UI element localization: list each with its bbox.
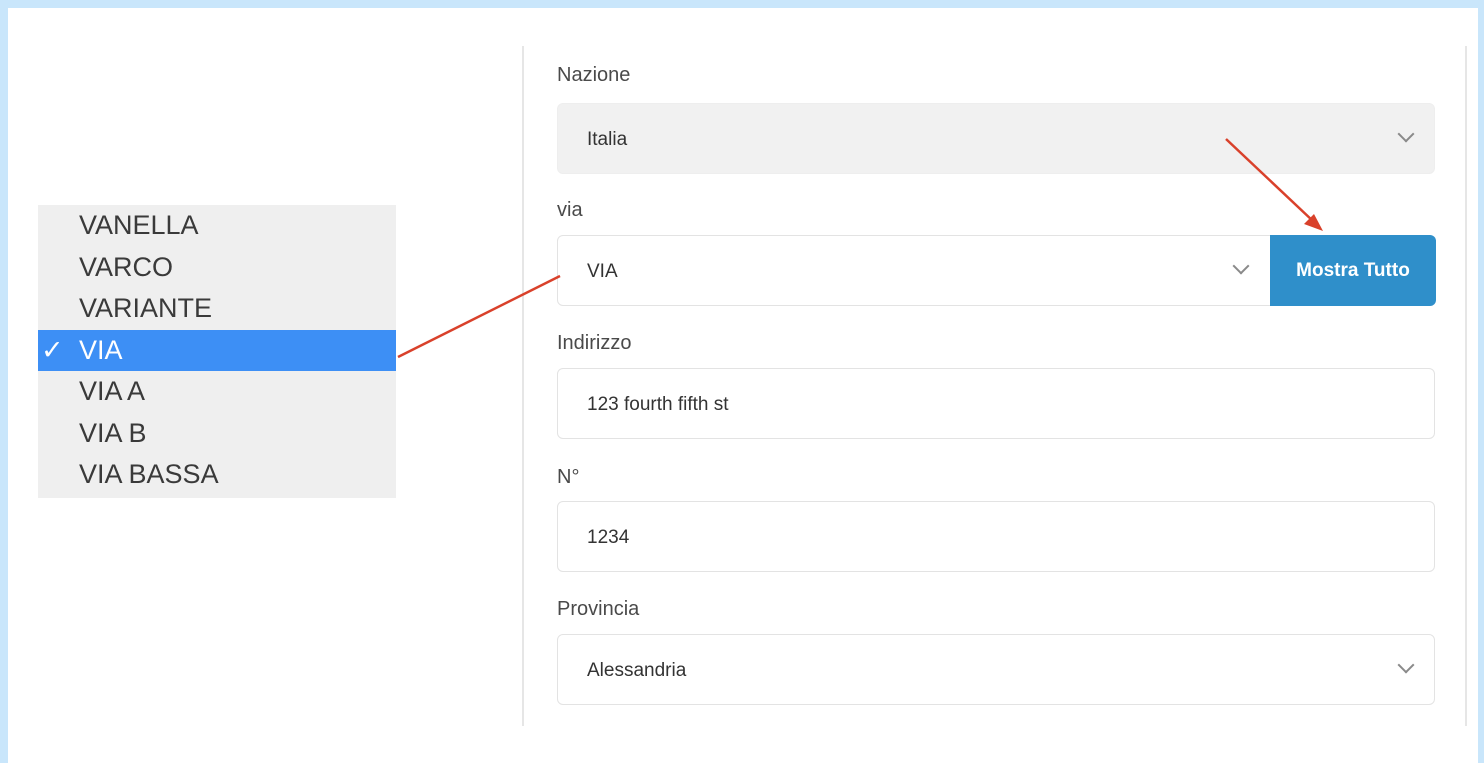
chevron-down-icon	[1397, 125, 1415, 143]
numero-label: N°	[557, 466, 580, 488]
option-via-a[interactable]: VIA A	[38, 371, 396, 413]
provincia-value: Alessandria	[587, 660, 687, 681]
via-options-list: VANELLA VARCO VARIANTE ✓ VIA VIA A VIA B…	[38, 205, 396, 498]
nazione-value: Italia	[587, 129, 628, 150]
via-label: via	[557, 199, 583, 221]
indirizzo-value: 123 fourth fifth st	[587, 394, 729, 415]
option-via-bassa[interactable]: VIA BASSA	[38, 454, 396, 496]
nazione-label: Nazione	[557, 64, 631, 86]
mostra-tutto-button[interactable]: Mostra Tutto	[1270, 235, 1436, 306]
chevron-down-icon	[1232, 257, 1250, 275]
chevron-down-icon	[1397, 656, 1415, 674]
indirizzo-input[interactable]: 123 fourth fifth st	[557, 368, 1435, 439]
option-vanella[interactable]: VANELLA	[38, 205, 396, 247]
provincia-label: Provincia	[557, 598, 640, 620]
provincia-select[interactable]: Alessandria	[557, 634, 1435, 705]
option-varco[interactable]: VARCO	[38, 247, 396, 289]
via-select[interactable]: VIA	[557, 235, 1271, 306]
option-variante[interactable]: VARIANTE	[38, 288, 396, 330]
option-via-selected[interactable]: ✓ VIA	[38, 329, 396, 371]
indirizzo-label: Indirizzo	[557, 332, 632, 354]
via-value: VIA	[587, 261, 618, 282]
numero-value: 1234	[587, 527, 630, 548]
numero-input[interactable]: 1234	[557, 501, 1435, 572]
option-via-b[interactable]: VIA B	[38, 413, 396, 455]
check-icon: ✓	[41, 334, 64, 365]
nazione-select[interactable]: Italia	[557, 103, 1435, 174]
